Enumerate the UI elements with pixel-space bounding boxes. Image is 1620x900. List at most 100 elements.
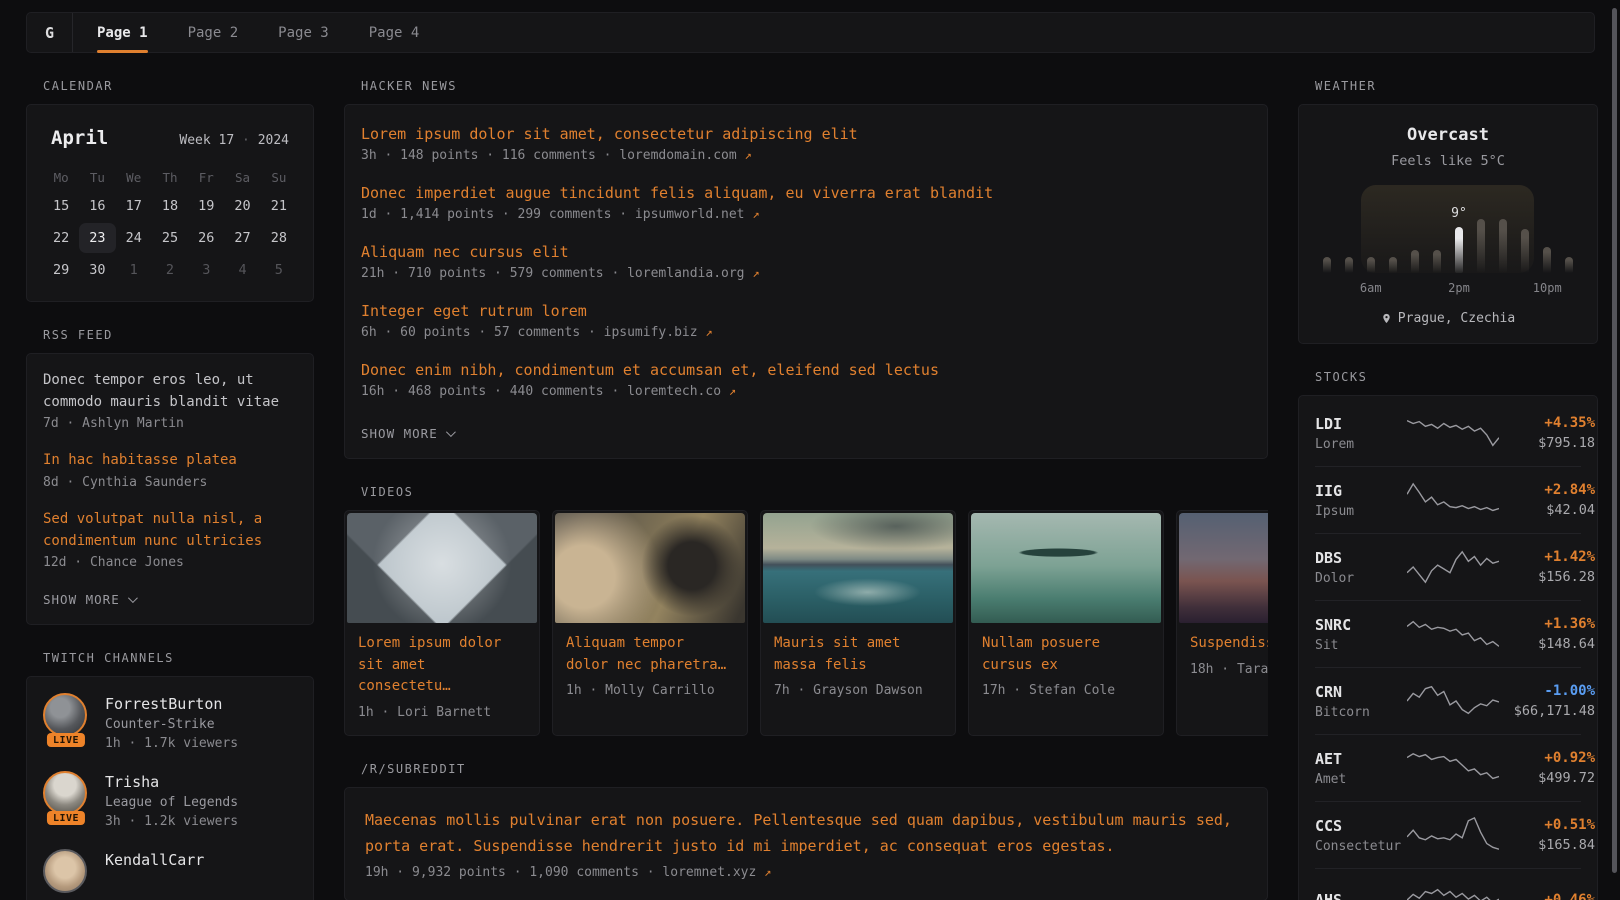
video-title[interactable]: Aliquam tempor dolor nec pharetra… [566,633,734,676]
rss-item-title[interactable]: In hac habitasse platea [43,450,297,472]
stock-change: +0.46% [1499,892,1595,900]
stock-name: Ipsum [1315,504,1407,519]
twitch-channel-name[interactable]: Trisha [105,773,238,791]
avatar [43,771,87,815]
twitch-channel-row[interactable]: KendallCarr [43,849,297,900]
stock-sparkline [1407,682,1499,720]
stock-name: Amet [1315,772,1407,787]
weather-bar [1345,257,1353,273]
stock-symbol[interactable]: DBS [1315,549,1407,567]
video-card[interactable]: Lorem ipsum dolor sit amet consectetu… 1… [344,510,540,736]
stock-symbol[interactable]: CRN [1315,683,1407,701]
rss-item-meta: 8d · Cynthia Saunders [43,475,297,490]
hn-item-title[interactable]: Aliquam nec cursus elit [361,243,1251,261]
external-link-icon: ↗ [705,325,712,339]
twitch-channel-category: League of Legends [105,795,238,810]
weather-bar [1323,257,1331,273]
stock-change: +0.51% [1499,817,1595,833]
rss-item-title[interactable]: Donec tempor eros leo, ut commodo mauris… [43,370,297,413]
tab-page-4[interactable]: Page 4 [369,13,420,52]
stock-symbol[interactable]: AHS [1315,891,1407,900]
external-link-icon: ↗ [729,384,736,398]
page-scrollbar[interactable] [1612,4,1618,896]
stock-price: $42.04 [1499,502,1595,518]
subreddit-label: /R/SUBREDDIT [344,762,1268,776]
chevron-down-icon [128,594,138,604]
video-card[interactable]: Aliquam tempor dolor nec pharetra… 1h · … [552,510,748,736]
video-thumbnail [347,513,537,623]
stock-row[interactable]: AHS +0.46% [1315,868,1581,900]
videos-row: Lorem ipsum dolor sit amet consectetu… 1… [344,510,1268,736]
tab-page-2[interactable]: Page 2 [188,13,239,52]
rss-card: Donec tempor eros leo, ut commodo mauris… [26,353,314,625]
twitch-channel-name[interactable]: KendallCarr [105,851,204,869]
stock-row[interactable]: CRNBitcorn -1.00%$66,171.48 [1315,667,1581,734]
hn-show-more-button[interactable]: SHOW MORE [361,426,453,441]
video-title[interactable]: Nullam posuere cursus ex [982,633,1150,676]
weather-label: WEATHER [1298,79,1598,93]
stock-symbol[interactable]: CCS [1315,817,1407,835]
video-title[interactable]: Mauris sit amet massa felis [774,633,942,676]
twitch-channel-name[interactable]: ForrestBurton [105,695,238,713]
rss-item-title[interactable]: Sed volutpat nulla nisl, a condimentum n… [43,509,297,552]
rss-item: Sed volutpat nulla nisl, a condimentum n… [43,509,297,570]
stock-row[interactable]: CCSConsectetur +0.51%$165.84 [1315,801,1581,868]
calendar-day-next-month: 1 [116,255,152,285]
stock-row[interactable]: DBSDolor +1.42%$156.28 [1315,533,1581,600]
tab-page-1[interactable]: Page 1 [97,13,148,52]
stock-symbol[interactable]: AET [1315,750,1407,768]
calendar-day: 25 [152,223,188,253]
twitch-channel-category: Counter-Strike [105,717,238,732]
calendar-day: 28 [261,223,297,253]
stock-symbol[interactable]: IIG [1315,482,1407,500]
stock-row[interactable]: SNRCSit +1.36%$148.64 [1315,600,1581,667]
rss-label: RSS FEED [26,328,314,342]
hacker-news-label: HACKER NEWS [344,79,1268,93]
stock-symbol[interactable]: SNRC [1315,616,1407,634]
video-card[interactable]: Mauris sit amet massa felis 7h · Grayson… [760,510,956,736]
stock-price: $156.28 [1499,569,1595,585]
calendar-day: 29 [43,255,79,285]
video-title[interactable]: Lorem ipsum dolor sit amet consectetu… [358,633,526,698]
video-card[interactable]: Suspendisse diam 18h · Tara [1176,510,1268,736]
rss-show-more-button[interactable]: SHOW MORE [43,592,135,607]
weather-widget: WEATHER Overcast Feels like 5°C 9° 6am 2… [1298,79,1598,344]
stock-row[interactable]: IIGIpsum +2.84%$42.04 [1315,466,1581,533]
scrollbar-thumb[interactable] [1612,8,1617,873]
weather-bar [1565,257,1573,273]
stock-symbol[interactable]: LDI [1315,415,1407,433]
subreddit-post-title[interactable]: Maecenas mollis pulvinar erat non posuer… [365,808,1247,859]
video-thumbnail [555,513,745,623]
hn-item-title[interactable]: Donec enim nibh, condimentum et accumsan… [361,361,1251,379]
calendar-day-header: Su [261,165,297,189]
tab-page-3[interactable]: Page 3 [278,13,329,52]
stock-row[interactable]: AETAmet +0.92%$499.72 [1315,734,1581,801]
stock-name: Sit [1315,638,1407,653]
twitch-label: TWITCH CHANNELS [26,651,314,665]
calendar-day-header: Th [152,165,188,189]
app-logo[interactable]: G [27,13,73,52]
videos-label: VIDEOS [344,485,1268,499]
live-badge: LIVE [47,733,85,747]
calendar-day: 17 [116,191,152,221]
hn-item-title[interactable]: Integer eget rutrum lorem [361,302,1251,320]
stock-row[interactable]: LDILorem +4.35%$795.18 [1315,400,1581,466]
twitch-channel-row[interactable]: LIVE ForrestBurton Counter-Strike 1h · 1… [43,693,297,751]
hn-item-title[interactable]: Lorem ipsum dolor sit amet, consectetur … [361,125,1251,143]
stock-sparkline [1407,749,1499,787]
hn-item-title[interactable]: Donec imperdiet augue tincidunt felis al… [361,184,1251,202]
page-tabs: Page 1 Page 2 Page 3 Page 4 [73,13,419,52]
video-title[interactable]: Suspendisse diam [1190,633,1268,655]
calendar-day: 19 [188,191,224,221]
stock-change: +1.36% [1499,616,1595,632]
twitch-channel-row[interactable]: LIVE Trisha League of Legends 3h · 1.2k … [43,771,297,829]
hn-item-meta: 3h · 148 points · 116 comments · loremdo… [361,148,1251,163]
calendar-day-today: 23 [79,223,115,253]
calendar-day: 22 [43,223,79,253]
video-card[interactable]: Nullam posuere cursus ex 17h · Stefan Co… [968,510,1164,736]
video-meta: 1h · Molly Carrillo [566,683,734,698]
twitch-widget: TWITCH CHANNELS LIVE ForrestBurton Count… [26,651,314,900]
video-thumbnail [763,513,953,623]
hn-item-meta: 16h · 468 points · 440 comments · loremt… [361,384,1251,399]
stock-sparkline [1407,481,1499,519]
